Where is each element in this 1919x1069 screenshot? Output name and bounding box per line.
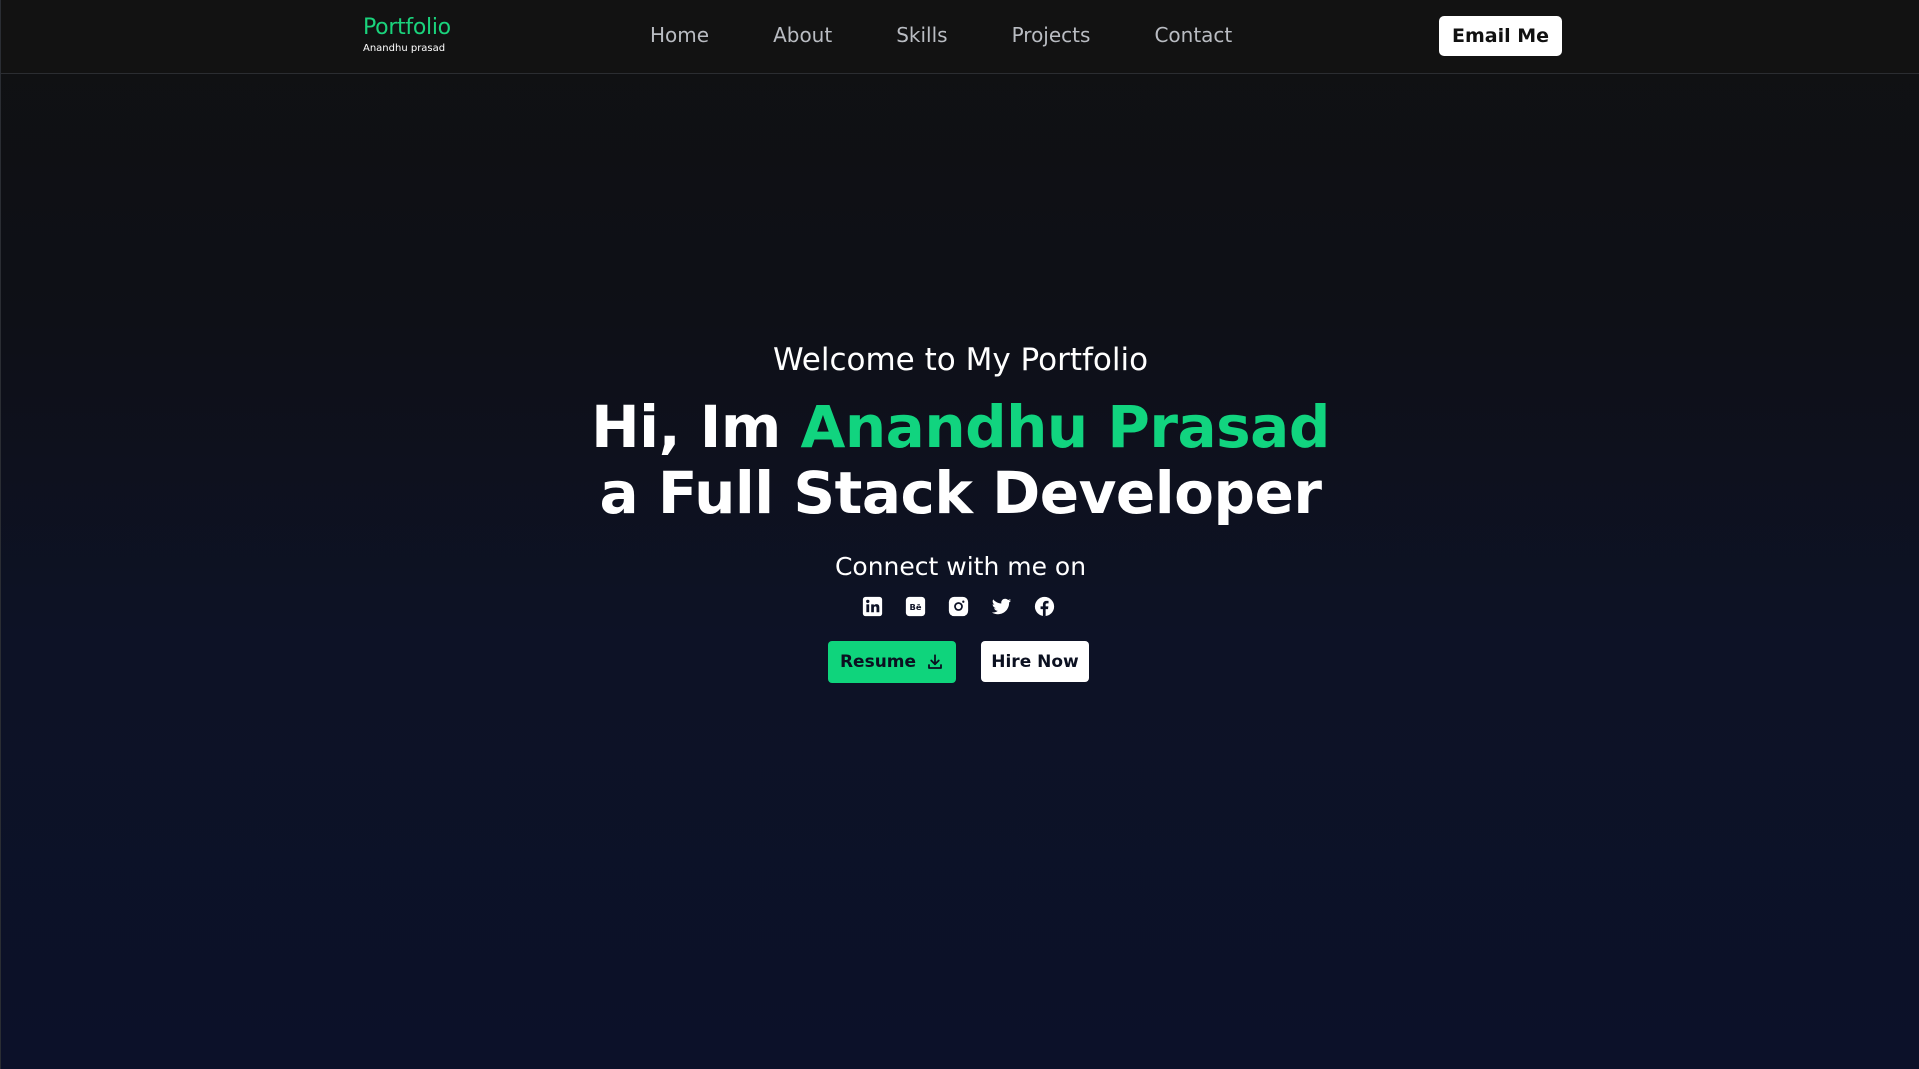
brand-subtitle: Anandhu prasad [363, 43, 446, 54]
brand-title: Portfolio [363, 15, 451, 40]
welcome-text: Welcome to My Portfolio [772, 342, 1149, 378]
resume-label: Resume [839, 652, 917, 672]
nav-link-about[interactable]: About [773, 23, 832, 47]
hero-section: Welcome to My Portfolio Hi, Im Anandhu P… [1, 340, 1919, 683]
nav-link-home[interactable]: Home [650, 23, 709, 47]
resume-button[interactable]: Resume [828, 641, 956, 683]
social-links: Bē [0, 596, 1919, 617]
twitter-icon[interactable] [991, 596, 1012, 617]
instagram-icon[interactable] [948, 596, 969, 617]
email-me-button[interactable]: Email Me [1439, 16, 1562, 56]
connect-text: Connect with me on [834, 552, 1087, 581]
svg-text:Bē: Bē [910, 602, 922, 612]
hero-name: Anandhu Prasad [800, 393, 1331, 461]
facebook-icon[interactable] [1034, 596, 1055, 617]
brand-logo[interactable]: Portfolio Anandhu prasad [363, 14, 451, 55]
greeting-text: Hi, Im [591, 393, 801, 461]
hero-role: a Full Stack Developer [599, 459, 1322, 527]
behance-icon[interactable]: Bē [905, 596, 926, 617]
hero-headline: Hi, Im Anandhu Prasad a Full Stack Devel… [1, 394, 1919, 526]
linkedin-icon[interactable] [862, 596, 883, 617]
download-icon [926, 653, 944, 671]
nav-link-contact[interactable]: Contact [1154, 23, 1232, 47]
nav-links: Home About Skills Projects Contact [650, 23, 1296, 47]
nav-link-projects[interactable]: Projects [1012, 23, 1091, 47]
hire-now-button[interactable]: Hire Now [981, 641, 1089, 682]
page: Portfolio Anandhu prasad Home About Skil… [0, 0, 1919, 1069]
cta-row: Resume Hire Now [0, 641, 1919, 683]
nav-link-skills[interactable]: Skills [896, 23, 947, 47]
navbar: Portfolio Anandhu prasad Home About Skil… [1, 0, 1919, 74]
